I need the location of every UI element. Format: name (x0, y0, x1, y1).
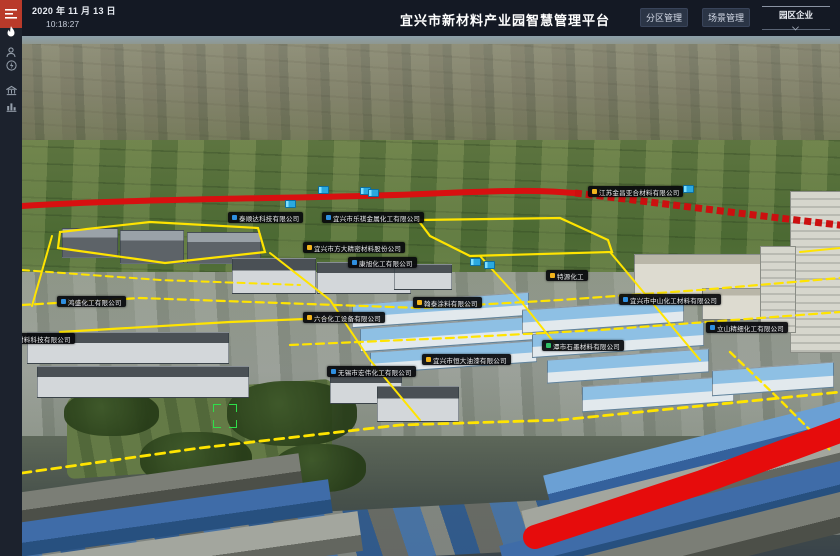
company-marker-icon (326, 215, 331, 220)
truck-icon[interactable] (470, 258, 481, 266)
company-label[interactable]: 六合化工设备有限公司 (303, 312, 385, 323)
company-label-text: 宜兴市中山化工材料有限公司 (630, 295, 717, 305)
company-label[interactable]: 无锡市宏伟化工有限公司 (327, 366, 416, 377)
company-marker-icon (307, 315, 312, 320)
company-label[interactable]: 宜兴市恒大油漆有限公司 (422, 354, 511, 365)
company-label[interactable]: 特源化工 (546, 270, 588, 281)
company-label[interactable]: 立山精细化工有限公司 (706, 322, 788, 333)
company-label[interactable]: 鸿盛化工有限公司 (57, 296, 126, 307)
power-icon[interactable] (0, 57, 22, 73)
company-marker-icon (592, 189, 597, 194)
truck-icon[interactable] (285, 200, 296, 208)
company-label-text: 光湖新材料科技有限公司 (22, 334, 71, 344)
park-enterprises-label: 园区企业 (762, 9, 830, 21)
app-window: 2020 年 11 月 13 日 10:18:27 宜兴市新材料产业园智慧管理平… (0, 0, 840, 556)
company-marker-icon (417, 300, 422, 305)
page-title: 宜兴市新材料产业园智慧管理平台 (400, 10, 610, 29)
company-label-text: 泰顺达科技有限公司 (239, 213, 299, 223)
company-label-text: 鸿盛化工有限公司 (68, 297, 122, 307)
scene-management-button[interactable]: 场景管理 (702, 8, 750, 27)
truck-icon[interactable] (368, 189, 379, 197)
company-label[interactable]: 翰泰涂料有限公司 (413, 297, 482, 308)
current-date: 2020 年 11 月 13 日 (32, 4, 116, 17)
company-marker-icon (307, 245, 312, 250)
company-marker-icon (61, 299, 66, 304)
company-label-text: 无锡市宏伟化工有限公司 (338, 367, 412, 377)
company-label-text: 江苏金昌亚合材料有限公司 (599, 187, 679, 197)
zone-management-button[interactable]: 分区管理 (640, 8, 688, 27)
company-label-text: 特源化工 (557, 271, 584, 281)
company-marker-icon (352, 260, 357, 265)
truck-icon[interactable] (484, 261, 495, 269)
company-label-text: 宜兴市恒大油漆有限公司 (433, 355, 507, 365)
company-label-text: 潭市石墨材料有限公司 (553, 341, 620, 351)
company-label-text: 宜兴市方大精密材料股份公司 (314, 243, 401, 253)
park-enterprises-dropdown[interactable]: 园区企业 (762, 6, 830, 30)
company-marker-icon (710, 325, 715, 330)
header-bar: 2020 年 11 月 13 日 10:18:27 宜兴市新材料产业园智慧管理平… (22, 0, 840, 36)
company-label-layer: 泰顺达科技有限公司 宜兴市乐祺金属化工有限公司宜兴市方大精密材料股份公司康旭化工有… (22, 36, 840, 556)
company-label[interactable]: 宜兴市方大精密材料股份公司 (303, 242, 405, 253)
company-label[interactable]: 康旭化工有限公司 (348, 257, 417, 268)
company-marker-icon (546, 343, 551, 348)
company-label-text: 翰泰涂料有限公司 (424, 298, 478, 308)
company-label[interactable]: 宜兴市乐祺金属化工有限公司 (322, 212, 424, 223)
company-label[interactable]: 潭市石墨材料有限公司 (542, 340, 624, 351)
company-marker-icon (550, 273, 555, 278)
truck-icon[interactable] (683, 185, 694, 193)
company-label-text: 宜兴市乐祺金属化工有限公司 (333, 213, 420, 223)
company-label-text: 立山精细化工有限公司 (717, 323, 784, 333)
company-marker-icon (426, 357, 431, 362)
company-marker-icon (232, 215, 237, 220)
company-label[interactable]: 泰顺达科技有限公司 (228, 212, 303, 223)
bar-chart-icon[interactable] (0, 98, 22, 114)
current-time: 10:18:27 (46, 19, 79, 29)
company-label[interactable]: 江苏金昌亚合材料有限公司 (588, 186, 683, 197)
company-label-text: 康旭化工有限公司 (359, 258, 413, 268)
company-marker-icon (623, 297, 628, 302)
company-label[interactable]: 宜兴市中山化工材料有限公司 (619, 294, 721, 305)
chevron-down-icon (793, 24, 800, 28)
company-marker-icon (331, 369, 336, 374)
company-label[interactable]: 光湖新材料科技有限公司 (22, 333, 75, 344)
map-3d-viewport[interactable]: 泰顺达科技有限公司 宜兴市乐祺金属化工有限公司宜兴市方大精密材料股份公司康旭化工有… (22, 36, 840, 556)
factory-icon[interactable] (0, 82, 22, 98)
company-label-text: 六合化工设备有限公司 (314, 313, 381, 323)
truck-icon[interactable] (318, 186, 329, 194)
sidebar (0, 0, 22, 556)
flame-icon[interactable] (0, 24, 22, 40)
